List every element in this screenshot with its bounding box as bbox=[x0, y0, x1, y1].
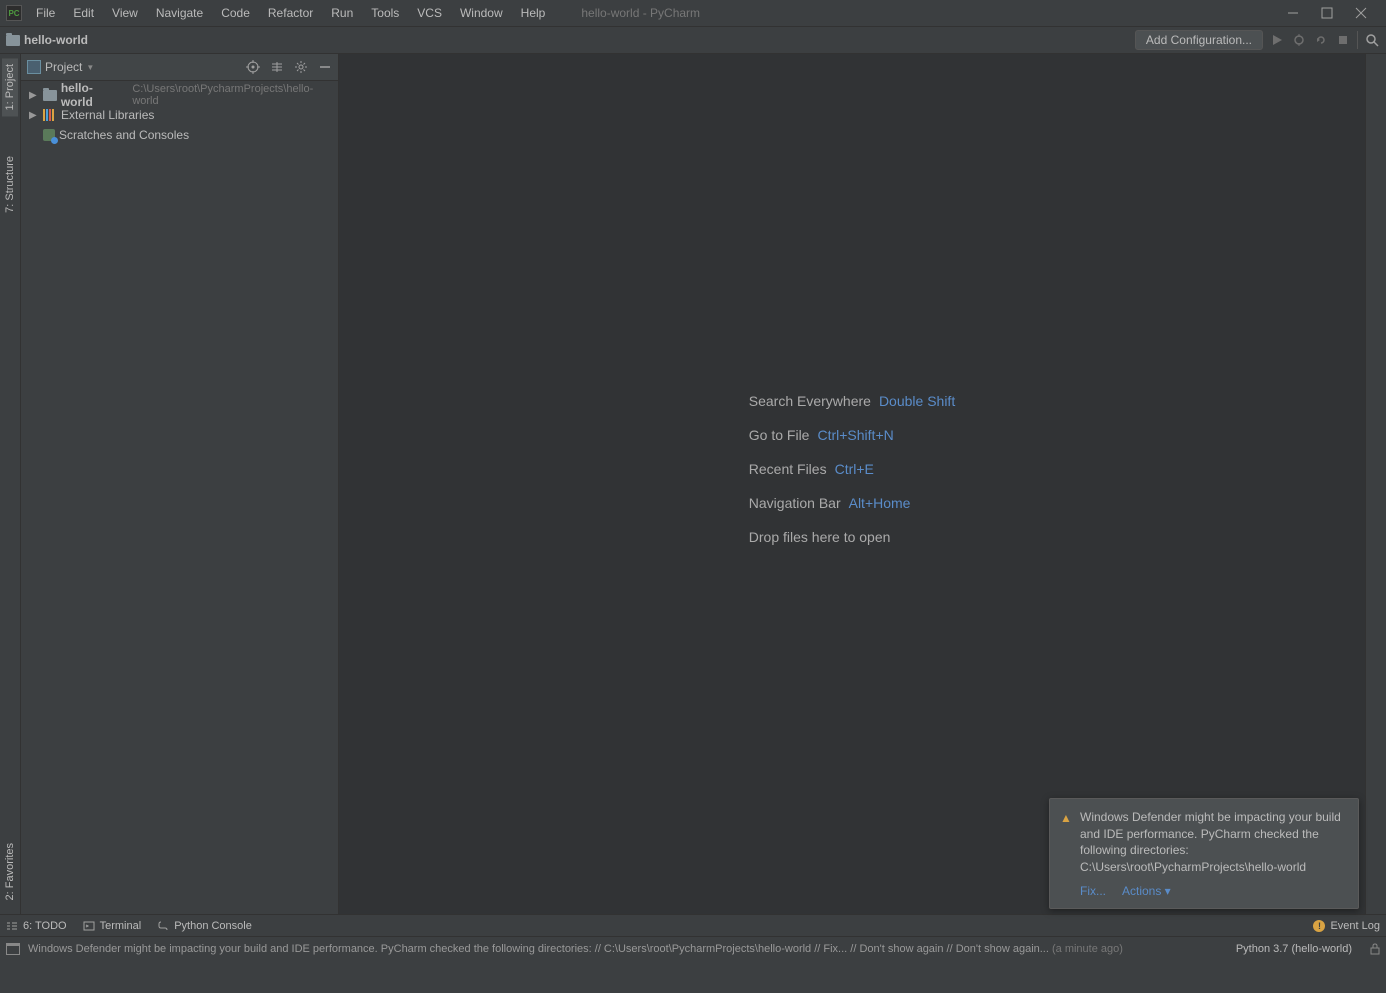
hide-icon[interactable] bbox=[318, 60, 332, 74]
minimize-button[interactable] bbox=[1286, 6, 1300, 20]
search-icon[interactable] bbox=[1364, 32, 1380, 48]
notification-fix-link[interactable]: Fix... bbox=[1080, 884, 1106, 898]
tool-tab-structure[interactable]: 7: Structure bbox=[2, 150, 18, 219]
menu-tools[interactable]: Tools bbox=[363, 2, 407, 24]
menubar: File Edit View Navigate Code Refactor Ru… bbox=[28, 2, 553, 24]
breadcrumb[interactable]: hello-world bbox=[0, 33, 88, 47]
tool-tab-project[interactable]: 1: Project bbox=[2, 58, 18, 116]
chevron-right-icon: ▶ bbox=[29, 90, 39, 101]
project-view-icon bbox=[27, 60, 41, 74]
left-tool-gutter: 1: Project 7: Structure 2: Favorites bbox=[0, 54, 21, 914]
tree-extlib-label: External Libraries bbox=[61, 108, 154, 122]
scratches-icon bbox=[43, 129, 55, 141]
menu-edit[interactable]: Edit bbox=[65, 2, 102, 24]
menu-view[interactable]: View bbox=[104, 2, 146, 24]
expand-all-icon[interactable] bbox=[270, 60, 284, 74]
tool-tab-todo[interactable]: 6: TODO bbox=[6, 920, 67, 932]
bottom-tool-tabs: 6: TODO Terminal Python Console ! Event … bbox=[0, 914, 1386, 936]
python-icon bbox=[157, 920, 169, 932]
run-icon[interactable] bbox=[1269, 32, 1285, 48]
status-bar: Windows Defender might be impacting your… bbox=[0, 936, 1386, 960]
menu-refactor[interactable]: Refactor bbox=[260, 2, 321, 24]
chevron-right-icon: ▶ bbox=[29, 110, 39, 121]
editor-hints: Search EverywhereDouble Shift Go to File… bbox=[749, 393, 955, 545]
chevron-down-icon: ▼ bbox=[86, 63, 94, 72]
tree-scratches[interactable]: Scratches and Consoles bbox=[21, 125, 338, 145]
todo-icon bbox=[6, 920, 18, 932]
event-log-badge-icon: ! bbox=[1313, 920, 1325, 932]
lock-icon[interactable] bbox=[1370, 943, 1380, 955]
warning-icon: ▲ bbox=[1060, 811, 1072, 825]
titlebar: PC File Edit View Navigate Code Refactor… bbox=[0, 0, 1386, 27]
tool-tab-favorites[interactable]: 2: Favorites bbox=[2, 837, 18, 906]
tree-scratch-label: Scratches and Consoles bbox=[59, 128, 189, 142]
project-panel-header: Project ▼ bbox=[21, 54, 338, 81]
debug-icon[interactable] bbox=[1291, 32, 1307, 48]
hint-drop-files: Drop files here to open bbox=[749, 529, 955, 545]
notification-text: Windows Defender might be impacting your… bbox=[1080, 809, 1346, 876]
editor-area[interactable]: Search EverywhereDouble Shift Go to File… bbox=[339, 54, 1365, 914]
breadcrumb-text: hello-world bbox=[24, 33, 88, 47]
menu-run[interactable]: Run bbox=[323, 2, 361, 24]
tool-tab-python-console[interactable]: Python Console bbox=[157, 920, 252, 932]
locate-icon[interactable] bbox=[246, 60, 260, 74]
menu-window[interactable]: Window bbox=[452, 2, 511, 24]
menu-code[interactable]: Code bbox=[213, 2, 258, 24]
toolbar-right: Add Configuration... bbox=[1135, 30, 1386, 50]
menu-vcs[interactable]: VCS bbox=[409, 2, 450, 24]
project-tree: ▶ hello-world C:\Users\root\PycharmProje… bbox=[21, 81, 338, 149]
hint-search-everywhere: Search EverywhereDouble Shift bbox=[749, 393, 955, 409]
tool-tab-event-log[interactable]: ! Event Log bbox=[1313, 920, 1380, 932]
tree-root[interactable]: ▶ hello-world C:\Users\root\PycharmProje… bbox=[21, 85, 338, 105]
navigation-bar: hello-world Add Configuration... bbox=[0, 27, 1386, 54]
project-tool-window: Project ▼ ▶ hello-world C:\Users\root\Py… bbox=[21, 54, 339, 914]
tree-root-label: hello-world bbox=[61, 81, 125, 109]
window-title: hello-world - PyCharm bbox=[553, 6, 1286, 20]
maximize-button[interactable] bbox=[1320, 6, 1334, 20]
window-controls bbox=[1286, 6, 1386, 20]
folder-icon bbox=[6, 35, 20, 46]
project-panel-title[interactable]: Project ▼ bbox=[27, 60, 94, 74]
menu-file[interactable]: File bbox=[28, 2, 63, 24]
status-message[interactable]: Windows Defender might be impacting your… bbox=[28, 943, 1218, 955]
notification-actions-link[interactable]: Actions ▾ bbox=[1122, 884, 1171, 898]
gear-icon[interactable] bbox=[294, 60, 308, 74]
folder-icon bbox=[43, 90, 57, 101]
main-area: 1: Project 7: Structure 2: Favorites Pro… bbox=[0, 54, 1386, 914]
notification-popup: ▲ Windows Defender might be impacting yo… bbox=[1049, 798, 1359, 909]
rerun-icon[interactable] bbox=[1313, 32, 1329, 48]
libraries-icon bbox=[43, 109, 57, 121]
hint-navigation-bar: Navigation BarAlt+Home bbox=[749, 495, 955, 511]
terminal-icon bbox=[83, 920, 95, 932]
hint-recent-files: Recent FilesCtrl+E bbox=[749, 461, 955, 477]
app-icon: PC bbox=[6, 5, 22, 21]
hint-go-to-file: Go to FileCtrl+Shift+N bbox=[749, 427, 955, 443]
tree-root-path: C:\Users\root\PycharmProjects\hello-worl… bbox=[132, 83, 338, 107]
stop-icon[interactable] bbox=[1335, 32, 1351, 48]
menu-help[interactable]: Help bbox=[513, 2, 554, 24]
close-button[interactable] bbox=[1354, 6, 1368, 20]
tool-windows-icon[interactable] bbox=[6, 943, 20, 955]
tree-external-libraries[interactable]: ▶ External Libraries bbox=[21, 105, 338, 125]
python-interpreter[interactable]: Python 3.7 (hello-world) bbox=[1226, 943, 1362, 955]
project-panel-tools bbox=[246, 60, 332, 74]
right-tool-gutter bbox=[1365, 54, 1386, 914]
tool-tab-terminal[interactable]: Terminal bbox=[83, 920, 142, 932]
add-configuration-button[interactable]: Add Configuration... bbox=[1135, 30, 1263, 50]
menu-navigate[interactable]: Navigate bbox=[148, 2, 211, 24]
